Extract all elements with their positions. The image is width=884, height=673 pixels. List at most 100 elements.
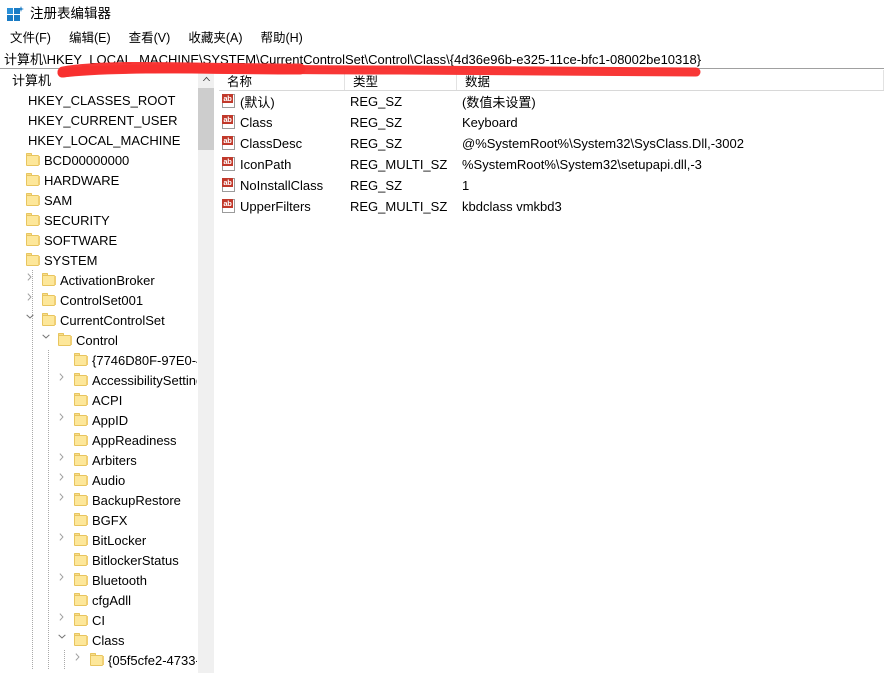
tree-item[interactable]: HKEY_LOCAL_MACHINE bbox=[0, 130, 197, 150]
folder-icon bbox=[25, 173, 41, 187]
chevron-right-icon[interactable] bbox=[57, 612, 73, 628]
tree-vertical-scrollbar[interactable] bbox=[197, 70, 214, 673]
tree-item[interactable]: BitlockerStatus bbox=[0, 550, 197, 570]
tree-item[interactable]: ACPI bbox=[0, 390, 197, 410]
tree-item[interactable]: {7746D80F-97E0-4E26 bbox=[0, 350, 197, 370]
chevron-right-icon[interactable] bbox=[57, 452, 73, 468]
tree-item[interactable]: AccessibilitySettings bbox=[0, 370, 197, 390]
tree-item-label: BCD00000000 bbox=[41, 154, 129, 167]
table-row[interactable]: abIconPathREG_MULTI_SZ%SystemRoot%\Syste… bbox=[219, 154, 884, 175]
tree-guide-line bbox=[48, 350, 49, 670]
column-header-name[interactable]: 名称 bbox=[219, 70, 345, 90]
folder-icon bbox=[73, 413, 89, 427]
folder-icon bbox=[73, 593, 89, 607]
ab-string-icon: ab bbox=[222, 136, 236, 151]
tree-item[interactable]: SAM bbox=[0, 190, 197, 210]
chevron-right-icon[interactable] bbox=[57, 372, 73, 388]
folder-icon bbox=[73, 453, 89, 467]
values-list: ab(默认)REG_SZ(数值未设置)abClassREG_SZKeyboard… bbox=[219, 91, 884, 217]
tree-item-label: CurrentControlSet bbox=[57, 314, 165, 327]
chevron-down-icon[interactable] bbox=[25, 312, 41, 328]
folder-icon bbox=[41, 273, 57, 287]
tree-item[interactable]: {05f5cfe2-4733-495 bbox=[0, 650, 197, 670]
value-name-cell: Class bbox=[240, 115, 273, 130]
chevron-right-icon[interactable] bbox=[57, 492, 73, 508]
chevron-up-icon[interactable] bbox=[198, 70, 214, 87]
folder-icon bbox=[73, 433, 89, 447]
column-header-data[interactable]: 数据 bbox=[457, 70, 884, 90]
chevron-down-icon[interactable] bbox=[41, 332, 57, 348]
chevron-right-icon[interactable] bbox=[57, 412, 73, 428]
tree-item[interactable]: Control bbox=[0, 330, 197, 350]
table-row[interactable]: abClassREG_SZKeyboard bbox=[219, 112, 884, 133]
tree-item-label: AppID bbox=[89, 414, 128, 427]
registry-editor-window: 注册表编辑器 文件(F) 编辑(E) 查看(V) 收藏夹(A) 帮助(H) 计算… bbox=[0, 0, 884, 673]
chevron-right-icon[interactable] bbox=[25, 272, 41, 288]
tree-item-label: HKEY_LOCAL_MACHINE bbox=[25, 134, 180, 147]
folder-icon bbox=[73, 533, 89, 547]
tree-item-label: Audio bbox=[89, 474, 125, 487]
menu-bar: 文件(F) 编辑(E) 查看(V) 收藏夹(A) 帮助(H) bbox=[0, 28, 884, 49]
registry-editor-icon bbox=[7, 6, 23, 22]
table-row[interactable]: ab(默认)REG_SZ(数值未设置) bbox=[219, 91, 884, 112]
tree-item[interactable]: Audio bbox=[0, 470, 197, 490]
tree-item[interactable]: SOFTWARE bbox=[0, 230, 197, 250]
menu-file[interactable]: 文件(F) bbox=[1, 30, 60, 48]
tree-item-label: cfgAdll bbox=[89, 594, 131, 607]
folder-icon bbox=[73, 493, 89, 507]
tree-item[interactable]: SECURITY bbox=[0, 210, 197, 230]
value-name-cell: UpperFilters bbox=[240, 199, 311, 214]
tree-item-label: BitlockerStatus bbox=[89, 554, 179, 567]
tree-item[interactable]: HKEY_CURRENT_USER bbox=[0, 110, 197, 130]
tree-item[interactable]: BGFX bbox=[0, 510, 197, 530]
tree-item[interactable]: Arbiters bbox=[0, 450, 197, 470]
tree-item[interactable]: CI bbox=[0, 610, 197, 630]
tree-item[interactable]: BitLocker bbox=[0, 530, 197, 550]
tree-item-label: BGFX bbox=[89, 514, 127, 527]
values-column-header: 名称 类型数据 bbox=[219, 70, 884, 91]
tree-item[interactable]: HKEY_CLASSES_ROOT bbox=[0, 90, 197, 110]
chevron-right-icon[interactable] bbox=[73, 652, 89, 668]
folder-icon bbox=[89, 653, 105, 667]
chevron-down-icon[interactable] bbox=[57, 632, 73, 648]
tree-item[interactable]: HARDWARE bbox=[0, 170, 197, 190]
menu-help[interactable]: 帮助(H) bbox=[251, 30, 311, 48]
tree-item[interactable]: ControlSet001 bbox=[0, 290, 197, 310]
tree-item[interactable]: ActivationBroker bbox=[0, 270, 197, 290]
chevron-right-icon[interactable] bbox=[57, 532, 73, 548]
menu-favorites[interactable]: 收藏夹(A) bbox=[179, 30, 251, 48]
tree-item[interactable]: Bluetooth bbox=[0, 570, 197, 590]
folder-icon bbox=[25, 213, 41, 227]
tree-item[interactable]: SYSTEM bbox=[0, 250, 197, 270]
title-bar: 注册表编辑器 bbox=[0, 0, 884, 28]
menu-edit[interactable]: 编辑(E) bbox=[60, 30, 120, 48]
address-bar[interactable]: 计算机\HKEY_LOCAL_MACHINE\SYSTEM\CurrentCon… bbox=[0, 50, 884, 69]
table-row[interactable]: abNoInstallClassREG_SZ1 bbox=[219, 175, 884, 196]
menu-view[interactable]: 查看(V) bbox=[120, 30, 180, 48]
registry-values-pane: 名称 类型数据 ab(默认)REG_SZ(数值未设置)abClassREG_SZK… bbox=[219, 70, 884, 673]
ab-string-icon: ab bbox=[222, 94, 236, 109]
value-name-cell: IconPath bbox=[240, 157, 291, 172]
column-header-label: 名称 bbox=[227, 71, 252, 90]
table-row[interactable]: abUpperFiltersREG_MULTI_SZkbdclass vmkbd… bbox=[219, 196, 884, 217]
tree-item[interactable]: AppReadiness bbox=[0, 430, 197, 450]
scrollbar-thumb[interactable] bbox=[198, 88, 214, 150]
tree-item[interactable]: BackupRestore bbox=[0, 490, 197, 510]
folder-icon bbox=[41, 313, 57, 327]
value-data-cell: @%SystemRoot%\System32\SysClass.Dll,-300… bbox=[462, 136, 744, 151]
tree-item-label: 计算机 bbox=[9, 74, 51, 87]
tree-item-label: ACPI bbox=[89, 394, 122, 407]
chevron-right-icon[interactable] bbox=[57, 572, 73, 588]
address-bar-path[interactable]: 计算机\HKEY_LOCAL_MACHINE\SYSTEM\CurrentCon… bbox=[0, 53, 701, 66]
tree-item[interactable]: CurrentControlSet bbox=[0, 310, 197, 330]
column-header-type[interactable]: 类型 bbox=[345, 70, 457, 90]
tree-item[interactable]: cfgAdll bbox=[0, 590, 197, 610]
tree-item[interactable]: AppID bbox=[0, 410, 197, 430]
chevron-right-icon[interactable] bbox=[57, 472, 73, 488]
table-row[interactable]: abClassDescREG_SZ@%SystemRoot%\System32\… bbox=[219, 133, 884, 154]
tree-item-label: HKEY_CLASSES_ROOT bbox=[25, 94, 175, 107]
tree-item[interactable]: 计算机 bbox=[0, 70, 197, 90]
chevron-right-icon[interactable] bbox=[25, 292, 41, 308]
tree-item[interactable]: Class bbox=[0, 630, 197, 650]
tree-item[interactable]: BCD00000000 bbox=[0, 150, 197, 170]
